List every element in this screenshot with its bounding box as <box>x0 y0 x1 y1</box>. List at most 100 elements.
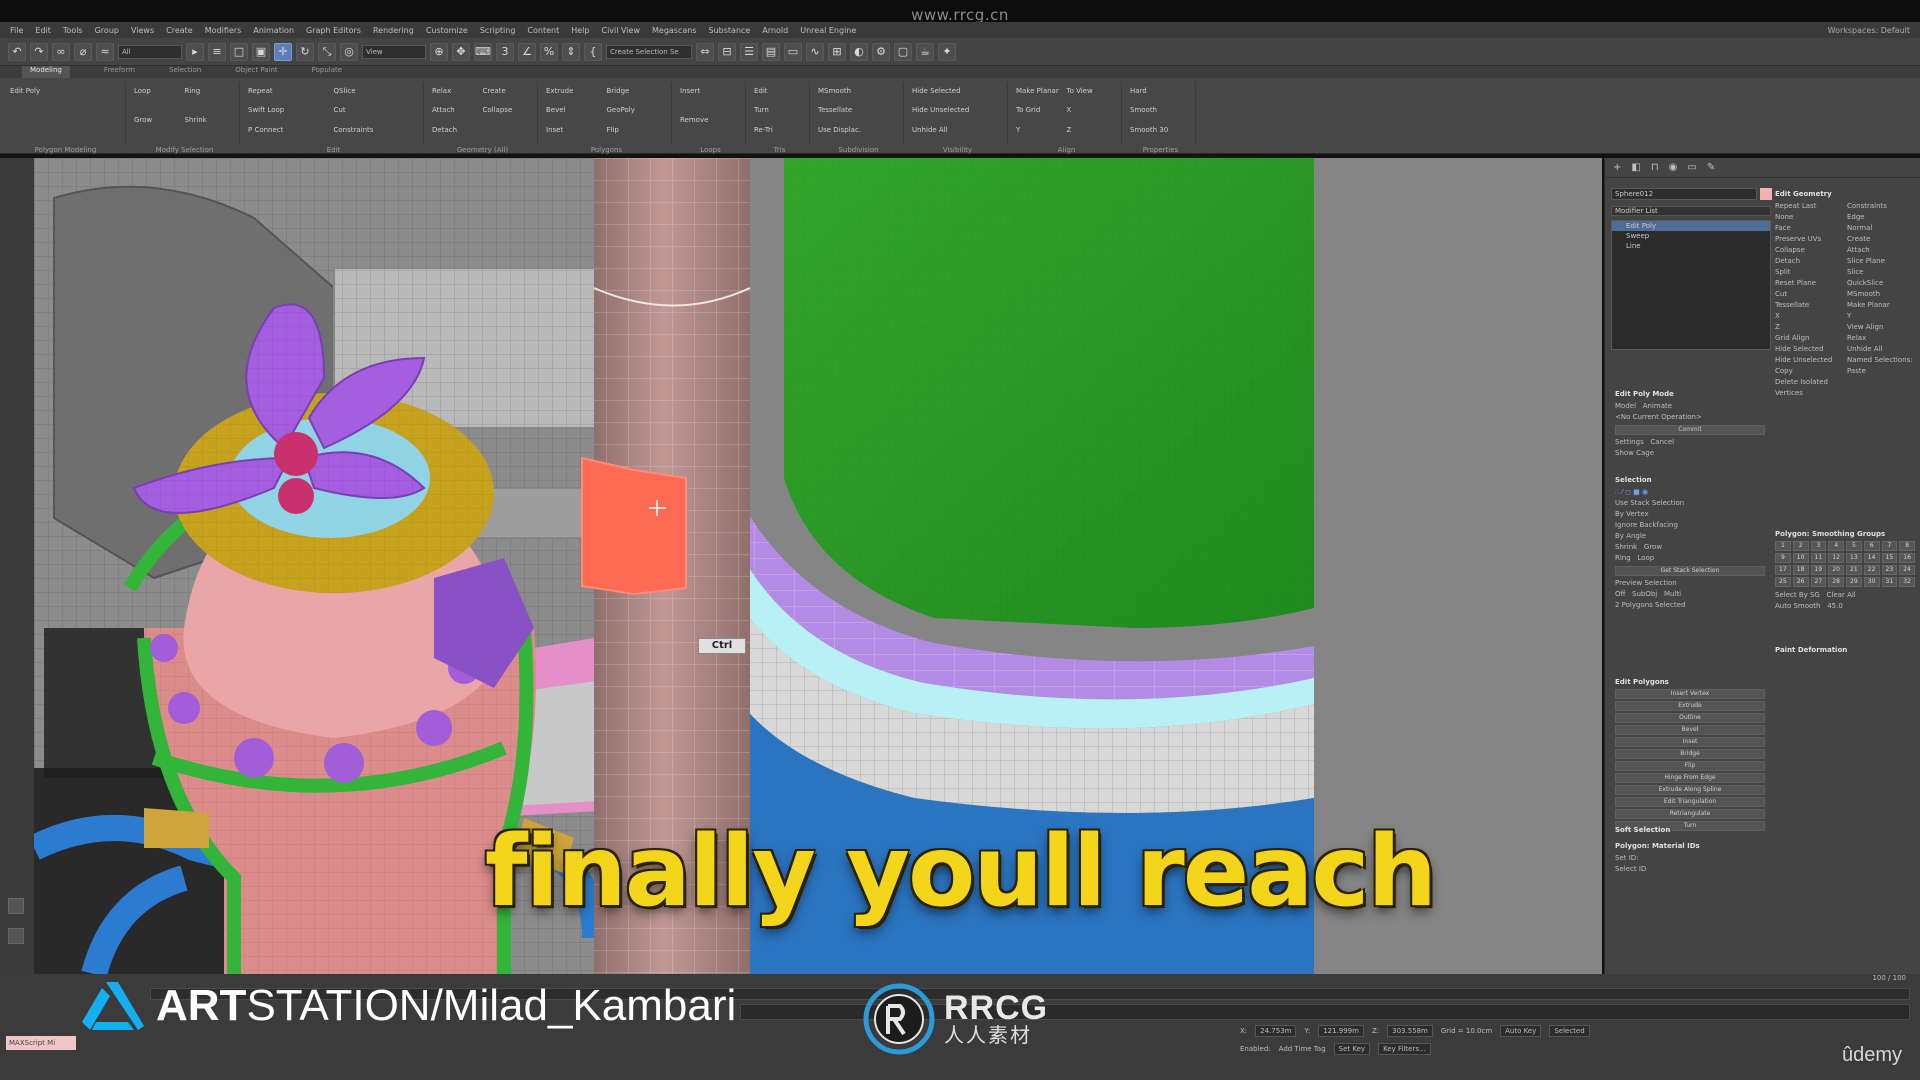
ribbon-item[interactable]: Extrude <box>546 84 607 98</box>
ribbon-item[interactable]: Hide Selected <box>912 84 1003 98</box>
use-stack-selection-checkbox[interactable]: Use Stack Selection <box>1615 498 1765 509</box>
ribbon-item[interactable]: Y <box>1016 123 1067 137</box>
ribbon-item[interactable]: Tessellate <box>818 103 899 117</box>
smoothing-group-button[interactable]: 14 <box>1863 553 1880 563</box>
menu-item[interactable]: Unreal Engine <box>800 26 856 35</box>
keyboard-shortcut-icon[interactable]: ⌨ <box>474 42 492 61</box>
edit-geometry-item[interactable]: Preserve UVs <box>1775 234 1843 245</box>
edit-polygons-button[interactable]: Inset <box>1615 737 1765 747</box>
rendered-frame-icon[interactable]: ▢ <box>894 42 912 61</box>
menu-item[interactable]: Group <box>95 26 119 35</box>
key-filters-button[interactable]: Key Filters... <box>1378 1043 1431 1055</box>
smoothing-group-button[interactable]: 22 <box>1863 565 1880 575</box>
ribbon-item[interactable]: To Grid <box>1016 103 1067 117</box>
object-color-swatch[interactable] <box>1760 188 1772 200</box>
y-coordinate[interactable]: 121.999m <box>1318 1025 1364 1037</box>
scene-explorer-icon[interactable]: ☰ <box>740 42 758 61</box>
by-vertex-checkbox[interactable]: By Vertex <box>1615 509 1765 520</box>
edit-geometry-item[interactable]: X <box>1775 311 1843 322</box>
edit-geometry-item[interactable]: Reset Plane <box>1775 278 1843 289</box>
ribbon-item[interactable]: Unhide All <box>912 123 1003 137</box>
edit-geometry-item[interactable]: Named Selections: <box>1847 355 1915 366</box>
show-cage-checkbox[interactable]: Show Cage <box>1615 448 1765 459</box>
select-by-sg-button[interactable]: Select By SG <box>1775 591 1820 599</box>
render-setup-icon[interactable]: ⚙ <box>872 42 890 61</box>
smoothing-group-button[interactable]: 15 <box>1881 553 1898 563</box>
subobject-level-icons[interactable]: ∴ ⁄ ◻ ■ ◉ <box>1615 487 1765 498</box>
ribbon-tab[interactable]: Object Paint <box>235 66 277 78</box>
edit-geometry-item[interactable]: Detach <box>1775 256 1843 267</box>
edit-geometry-item[interactable]: Slice Plane <box>1847 256 1915 267</box>
smoothing-group-button[interactable]: 5 <box>1846 541 1862 551</box>
render-iterative-icon[interactable]: ✦ <box>938 42 956 61</box>
ribbon-item[interactable]: Edit Poly <box>10 84 121 98</box>
ribbon-item[interactable]: Make Planar <box>1016 84 1067 98</box>
menu-item[interactable]: Modifiers <box>205 26 242 35</box>
edit-geometry-item[interactable]: Cut <box>1775 289 1843 300</box>
shrink-button[interactable]: Shrink <box>1615 543 1637 551</box>
animate-radio[interactable]: Animate <box>1643 402 1672 410</box>
ribbon-item[interactable]: Collapse <box>483 103 534 117</box>
workspace-value[interactable]: Default <box>1881 26 1910 35</box>
smoothing-group-button[interactable]: 3 <box>1810 541 1827 551</box>
edit-polygons-button[interactable]: Bevel <box>1615 725 1765 735</box>
menu-item[interactable]: Animation <box>253 26 294 35</box>
edit-geometry-item[interactable]: Copy <box>1775 366 1843 377</box>
schematic-view-icon[interactable]: ⊞ <box>828 42 846 61</box>
edit-polygons-button[interactable]: Extrude Along Spline <box>1615 785 1765 795</box>
edit-geometry-item[interactable]: Hide Unselected <box>1775 355 1843 366</box>
menu-item[interactable]: Edit <box>35 26 51 35</box>
ribbon-item[interactable]: Re-Tri <box>754 123 805 137</box>
smoothing-group-button[interactable]: 24 <box>1899 565 1915 575</box>
ribbon-item[interactable]: Hide Unselected <box>912 103 1003 117</box>
settings-button[interactable]: Settings <box>1615 438 1644 446</box>
auto-key-button[interactable]: Auto Key <box>1500 1025 1542 1037</box>
edit-polygons-button[interactable]: Edit Triangulation <box>1615 797 1765 807</box>
curve-editor-icon[interactable]: ∿ <box>806 42 824 61</box>
edit-geometry-item[interactable]: Delete Isolated Vertices <box>1775 377 1843 397</box>
set-key-button[interactable]: Set Key <box>1333 1043 1371 1055</box>
menu-item[interactable]: Arnold <box>762 26 788 35</box>
menu-item[interactable]: Graph Editors <box>306 26 361 35</box>
pivot-center-icon[interactable]: ⊕ <box>430 42 448 61</box>
smoothing-group-button[interactable]: 20 <box>1828 565 1844 575</box>
edit-geometry-item[interactable]: Split <box>1775 267 1843 278</box>
edit-geometry-item[interactable]: Make Planar <box>1847 300 1915 311</box>
ribbon-tab[interactable]: Modeling <box>22 66 70 78</box>
smoothing-group-button[interactable]: 12 <box>1828 553 1844 563</box>
maxscript-listener[interactable]: MAXScript Mi <box>6 1036 76 1050</box>
smoothing-group-button[interactable]: 6 <box>1863 541 1880 551</box>
smoothing-group-button[interactable]: 1 <box>1775 541 1791 551</box>
align-icon[interactable]: ⊟ <box>718 42 736 61</box>
edit-geometry-item[interactable]: Grid Align <box>1775 333 1843 344</box>
edit-geometry-item[interactable]: Normal <box>1847 223 1915 234</box>
ribbon-item[interactable]: To View <box>1067 84 1118 98</box>
ribbon-item[interactable]: Edit <box>754 84 805 98</box>
edit-polygons-button[interactable]: Flip <box>1615 761 1765 771</box>
edit-geometry-item[interactable]: Edge <box>1847 212 1915 223</box>
selected-polygons[interactable] <box>581 456 687 596</box>
edit-polygons-button[interactable]: Extrude <box>1615 701 1765 711</box>
menu-item[interactable]: Civil View <box>601 26 640 35</box>
ribbon-item[interactable]: Cut <box>334 103 420 117</box>
ribbon-item[interactable]: Flip <box>607 123 668 137</box>
select-move-icon[interactable]: ✛ <box>274 42 292 61</box>
edit-polygons-button[interactable]: Outline <box>1615 713 1765 723</box>
ring-button[interactable]: Ring <box>1615 554 1631 562</box>
ribbon-item[interactable]: Z <box>1067 123 1118 137</box>
ribbon-item[interactable]: Use Displac. <box>818 123 899 137</box>
link-icon[interactable]: ∞ <box>52 42 70 61</box>
cancel-button[interactable]: Cancel <box>1650 438 1674 446</box>
render-production-icon[interactable]: ☕ <box>916 42 934 61</box>
angle-snap-icon[interactable]: ∠ <box>518 42 536 61</box>
snaps-toggle-icon[interactable]: 3 <box>496 42 514 61</box>
by-angle-checkbox[interactable]: By Angle <box>1615 531 1765 542</box>
ribbon-toggle-icon[interactable]: ▭ <box>784 42 802 61</box>
auto-smooth-angle[interactable]: 45.0 <box>1827 602 1843 610</box>
smoothing-group-button[interactable]: 29 <box>1846 577 1862 587</box>
x-coordinate[interactable]: 24.753m <box>1255 1025 1297 1037</box>
reference-coordinate-dropdown[interactable]: View <box>362 44 426 59</box>
modifier-stack[interactable]: Edit Poly Sweep Line <box>1611 220 1771 350</box>
modifier-list-dropdown[interactable]: Modifier List <box>1611 206 1771 216</box>
add-time-tag[interactable]: Add Time Tag <box>1279 1045 1326 1053</box>
